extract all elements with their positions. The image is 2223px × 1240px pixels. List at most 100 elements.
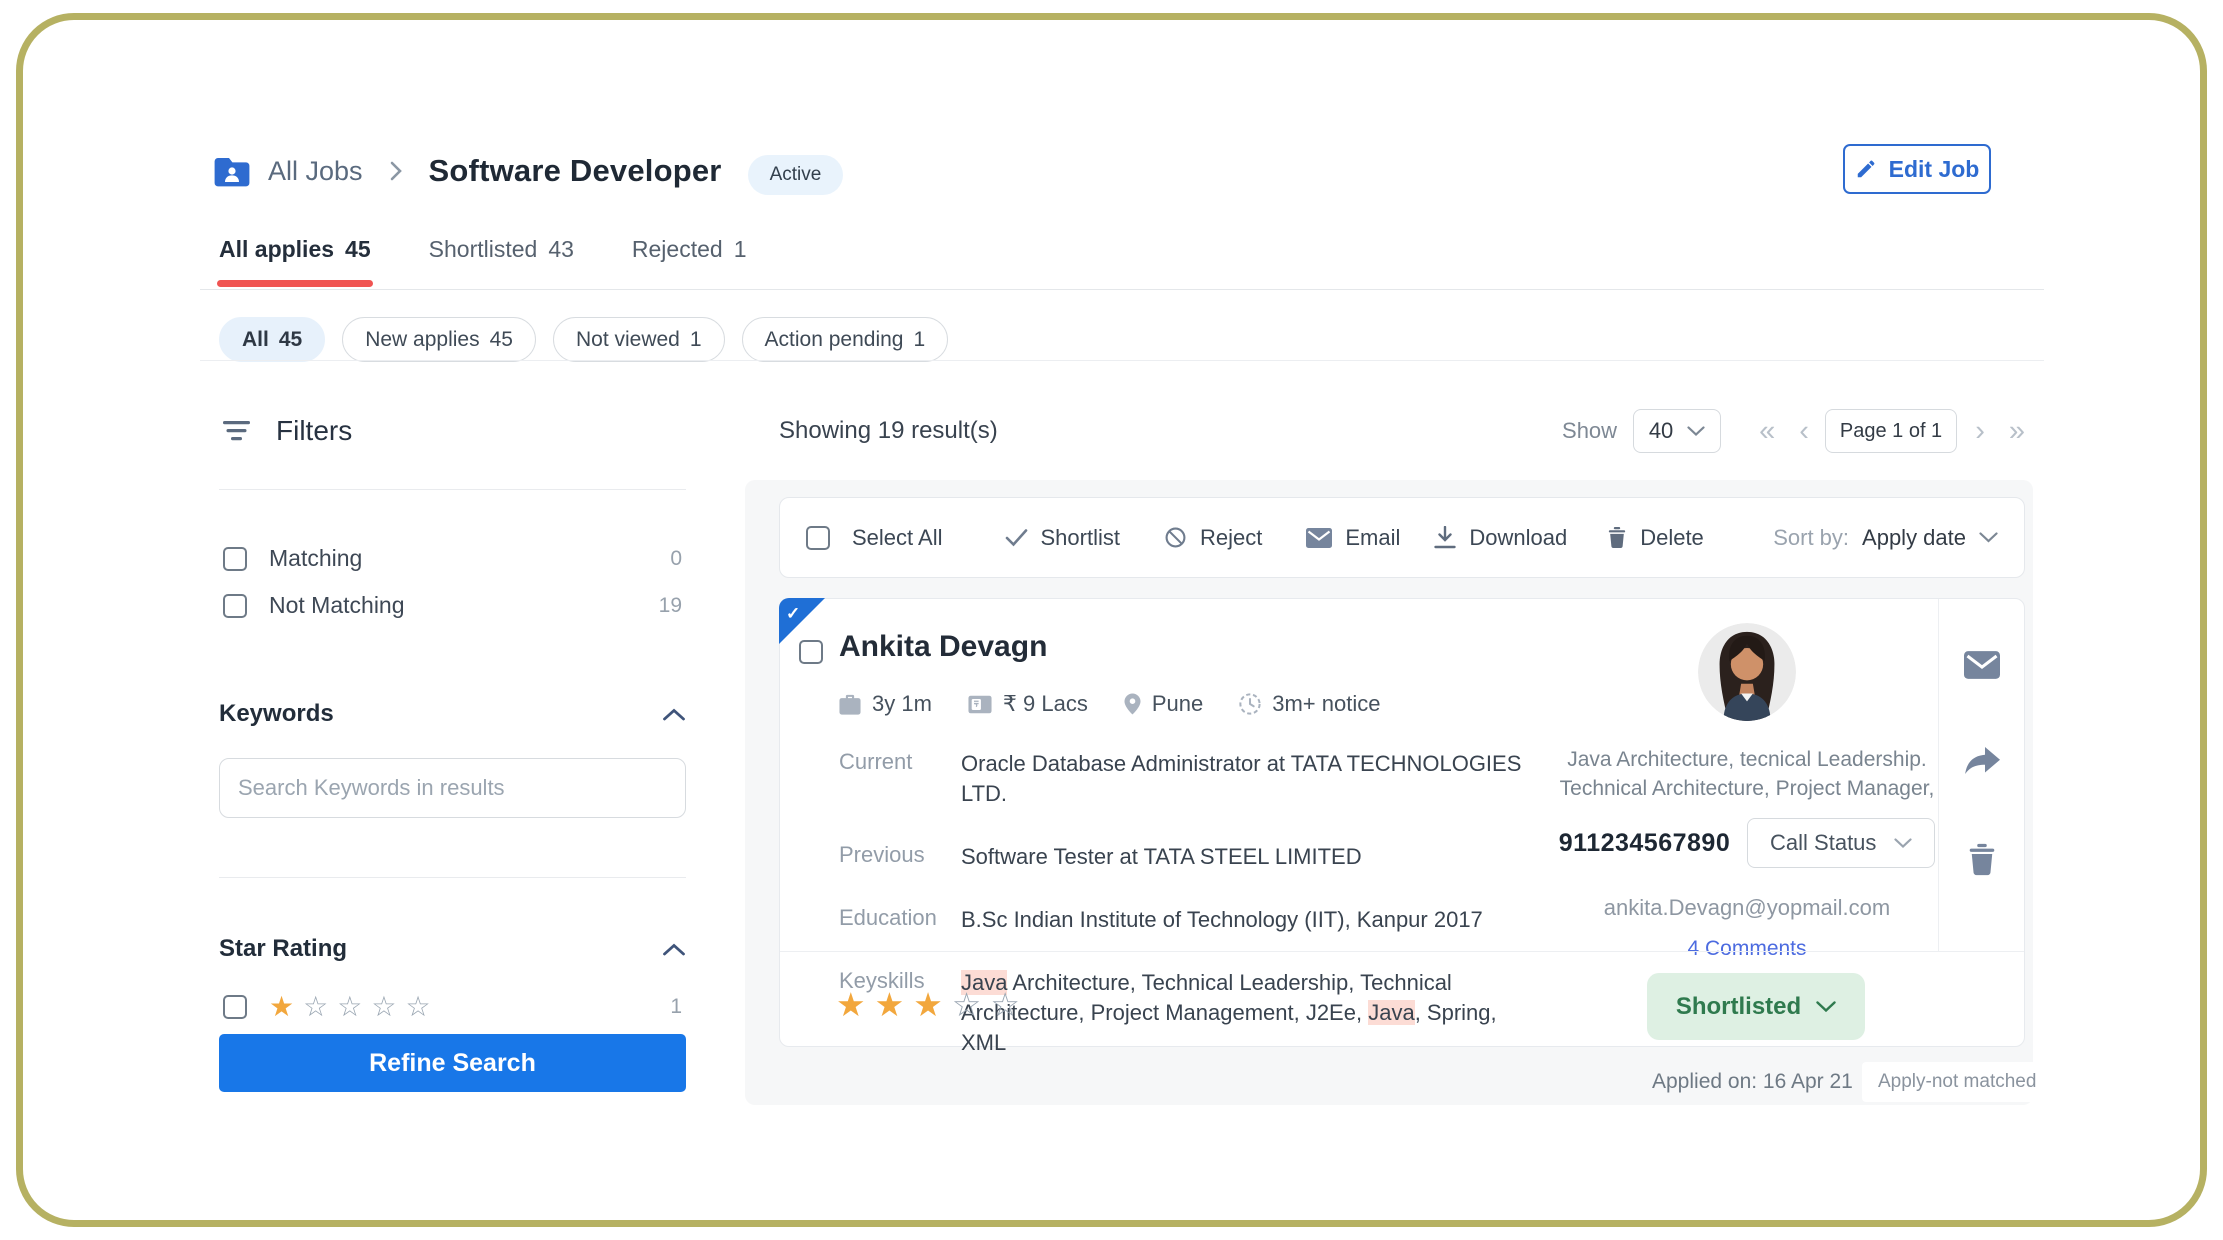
star-empty-icon[interactable]: ☆ xyxy=(337,993,362,1021)
refine-search-button[interactable]: Refine Search xyxy=(219,1034,686,1092)
profile-summary-line1: Java Architecture, tecnical Leadership. xyxy=(1560,745,1935,774)
candidate-status-button[interactable]: Shortlisted xyxy=(1647,973,1865,1040)
location-value: Pune xyxy=(1152,691,1203,717)
star-empty-icon[interactable]: ☆ xyxy=(371,993,396,1021)
reject-icon xyxy=(1164,526,1187,549)
education-label: Education xyxy=(839,905,961,935)
star-filled-icon[interactable]: ★ xyxy=(836,988,866,1021)
sort-by-value: Apply date xyxy=(1862,525,1966,551)
email-candidate-icon[interactable] xyxy=(1964,651,2000,679)
select-all-checkbox[interactable] xyxy=(806,526,830,550)
delete-candidate-icon[interactable] xyxy=(1967,843,1997,876)
breadcrumb-all-jobs-link[interactable]: All Jobs xyxy=(268,156,363,187)
envelope-icon xyxy=(1306,528,1332,548)
briefcase-icon xyxy=(839,694,861,715)
call-status-value: Call Status xyxy=(1770,830,1876,856)
one-star-checkbox[interactable] xyxy=(223,995,247,1019)
delete-action-button[interactable]: Delete xyxy=(1607,525,1704,551)
tab-count: 45 xyxy=(345,236,371,263)
last-page-button[interactable]: » xyxy=(2009,417,2025,446)
tab-label: Shortlisted xyxy=(429,236,538,263)
education-row: Education B.Sc Indian Institute of Techn… xyxy=(839,905,1549,935)
select-all-label: Select All xyxy=(852,525,943,551)
star-rating-section-header: Star Rating xyxy=(219,935,686,963)
pill-label: All xyxy=(242,328,269,352)
chevron-down-icon xyxy=(1979,532,1998,543)
matching-checkbox[interactable] xyxy=(223,547,247,571)
job-status-badge: Active xyxy=(748,155,844,195)
filter-option-not-matching: Not Matching 19 xyxy=(223,592,682,619)
not-matching-count: 19 xyxy=(659,594,682,618)
star-filled-icon[interactable]: ★ xyxy=(875,988,905,1021)
star-filled-icon[interactable]: ★ xyxy=(269,993,294,1021)
reject-action-button[interactable]: Reject xyxy=(1164,525,1262,551)
one-star-filter-stars: ★ ☆ ☆ ☆ ☆ xyxy=(269,993,431,1021)
quick-filters: All 45 New applies 45 Not viewed 1 Actio… xyxy=(219,317,948,362)
all-jobs-folder-icon xyxy=(214,156,250,187)
candidate-contact-block: Java Architecture, tecnical Leadership. … xyxy=(1556,599,1938,961)
star-empty-icon[interactable]: ☆ xyxy=(303,993,328,1021)
chevron-up-icon[interactable] xyxy=(662,943,686,956)
location-item: Pune xyxy=(1124,691,1203,717)
tab-all-applies[interactable]: All applies 45 xyxy=(219,236,371,287)
candidate-name[interactable]: Ankita Devagn xyxy=(839,630,1047,664)
experience-value: 3y 1m xyxy=(872,691,932,717)
tab-count: 43 xyxy=(548,236,574,263)
notice-clock-icon xyxy=(1239,693,1261,715)
candidate-checkbox[interactable] xyxy=(799,640,823,664)
keywords-search-input[interactable] xyxy=(219,758,686,818)
tab-shortlisted[interactable]: Shortlisted 43 xyxy=(429,236,574,287)
filter-pill-new-applies[interactable]: New applies 45 xyxy=(342,317,536,362)
edit-job-label: Edit Job xyxy=(1889,156,1980,183)
page-size-select[interactable]: 40 xyxy=(1633,409,1721,453)
star-empty-icon[interactable]: ☆ xyxy=(405,993,430,1021)
results-summary: Showing 19 result(s) xyxy=(779,417,998,445)
next-page-button[interactable]: › xyxy=(1975,417,1985,446)
location-pin-icon xyxy=(1124,693,1141,715)
profile-summary: Java Architecture, tecnical Leadership. … xyxy=(1560,745,1935,803)
chevron-down-icon xyxy=(1894,838,1912,848)
current-label: Current xyxy=(839,749,961,809)
star-empty-icon[interactable]: ☆ xyxy=(952,988,982,1021)
pill-label: Action pending xyxy=(765,328,904,352)
show-label: Show xyxy=(1562,418,1617,444)
tab-label: Rejected xyxy=(632,236,723,263)
call-status-select[interactable]: Call Status xyxy=(1747,818,1935,868)
pill-count: 45 xyxy=(490,328,513,352)
chevron-up-icon[interactable] xyxy=(662,708,686,721)
breadcrumb-chevron-icon xyxy=(389,160,403,182)
education-value: B.Sc Indian Institute of Technology (IIT… xyxy=(961,905,1529,935)
salary-item: ₹ 9 Lacs xyxy=(968,691,1088,717)
star-rating-title: Star Rating xyxy=(219,935,347,963)
sort-by-control[interactable]: Sort by: Apply date xyxy=(1773,525,1998,551)
filter-pill-all[interactable]: All 45 xyxy=(219,317,325,362)
chevron-down-icon xyxy=(1687,426,1705,436)
one-star-count: 1 xyxy=(670,995,682,1019)
share-forward-icon[interactable] xyxy=(1964,747,2000,777)
candidate-avatar[interactable] xyxy=(1698,623,1796,721)
star-empty-icon[interactable]: ☆ xyxy=(990,988,1020,1021)
pill-count: 1 xyxy=(914,328,926,352)
keywords-title: Keywords xyxy=(219,700,334,728)
current-row: Current Oracle Database Administrator at… xyxy=(839,749,1549,809)
phone-row: 911234567890 Call Status xyxy=(1559,818,1935,868)
filter-option-matching: Matching 0 xyxy=(223,545,682,572)
tab-rejected[interactable]: Rejected 1 xyxy=(632,236,747,287)
first-page-button[interactable]: « xyxy=(1759,417,1775,446)
edit-job-button[interactable]: Edit Job xyxy=(1843,144,1991,194)
chevron-down-icon xyxy=(1816,1001,1836,1012)
shortlist-action-label: Shortlist xyxy=(1041,525,1120,551)
not-matching-checkbox[interactable] xyxy=(223,594,247,618)
candidate-card: ✓ Ankita Devagn 3y 1m ₹ 9 Lacs Pune 3m+ … xyxy=(779,598,2025,1047)
match-status-tag: Apply-not matched xyxy=(1862,1062,2052,1102)
star-filled-icon[interactable]: ★ xyxy=(913,988,943,1021)
filter-pill-not-viewed[interactable]: Not viewed 1 xyxy=(553,317,725,362)
bulk-action-bar: Select All Shortlist Reject Email Downlo… xyxy=(779,497,2025,578)
download-action-button[interactable]: Download xyxy=(1434,525,1567,551)
previous-label: Previous xyxy=(839,842,961,872)
prev-page-button[interactable]: ‹ xyxy=(1799,417,1809,446)
filter-pill-action-pending[interactable]: Action pending 1 xyxy=(742,317,949,362)
email-action-button[interactable]: Email xyxy=(1306,525,1400,551)
shortlist-action-button[interactable]: Shortlist xyxy=(1005,525,1120,551)
pagination-controls: Show 40 « ‹ Page 1 of 1 › » xyxy=(1562,409,2025,453)
